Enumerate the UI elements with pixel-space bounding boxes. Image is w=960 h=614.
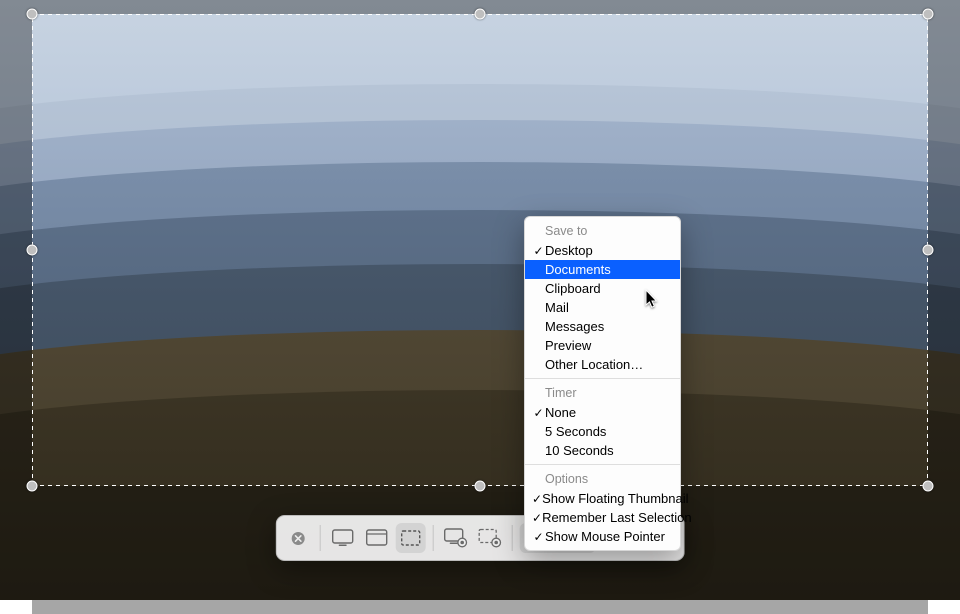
menu-item[interactable]: Messages <box>525 317 680 336</box>
menu-heading: Options <box>525 469 680 489</box>
selection-handle-bottom-middle[interactable] <box>475 481 486 492</box>
screen-icon <box>332 529 354 547</box>
menu-item-label: Other Location… <box>545 357 643 372</box>
menu-item-label: Remember Last Selection <box>542 510 692 525</box>
selection-handle-middle-left[interactable] <box>27 245 38 256</box>
menu-item-label: None <box>545 405 576 420</box>
close-button[interactable] <box>283 523 313 553</box>
menu-item-label: Messages <box>545 319 604 334</box>
capture-window-button[interactable] <box>362 523 392 553</box>
menu-item[interactable]: Clipboard <box>525 279 680 298</box>
menu-divider <box>525 464 680 465</box>
close-icon <box>290 531 305 546</box>
menu-item-label: Clipboard <box>545 281 601 296</box>
menu-item[interactable]: 10 Seconds <box>525 441 680 460</box>
options-menu: Save to✓DesktopDocumentsClipboardMailMes… <box>524 216 681 551</box>
check-icon: ✓ <box>532 245 545 257</box>
menu-item[interactable]: ✓Remember Last Selection <box>525 508 680 527</box>
menu-divider <box>525 378 680 379</box>
menu-item[interactable]: Documents <box>525 260 680 279</box>
menu-item[interactable]: ✓Show Mouse Pointer <box>525 527 680 546</box>
selection-icon <box>400 529 422 547</box>
capture-selection-button[interactable] <box>396 523 426 553</box>
capture-entire-screen-button[interactable] <box>328 523 358 553</box>
menu-item[interactable]: 5 Seconds <box>525 422 680 441</box>
window-icon <box>366 529 388 547</box>
record-screen-icon <box>444 528 468 548</box>
menu-item[interactable]: Other Location… <box>525 355 680 374</box>
record-selection-icon <box>478 528 502 548</box>
check-icon: ✓ <box>532 512 542 524</box>
menu-heading: Save to <box>525 221 680 241</box>
menu-item-label: Preview <box>545 338 591 353</box>
menu-item[interactable]: ✓None <box>525 403 680 422</box>
menu-item[interactable]: Mail <box>525 298 680 317</box>
menu-item[interactable]: ✓Show Floating Thumbnail <box>525 489 680 508</box>
check-icon: ✓ <box>532 531 545 543</box>
menu-item-label: Show Mouse Pointer <box>545 529 665 544</box>
menu-item[interactable]: ✓Desktop <box>525 241 680 260</box>
selection-handle-top-right[interactable] <box>923 9 934 20</box>
selection-handle-top-left[interactable] <box>27 9 38 20</box>
selection-handle-top-middle[interactable] <box>475 9 486 20</box>
menu-item-label: Desktop <box>545 243 593 258</box>
check-icon: ✓ <box>532 493 542 505</box>
capture-selection-area[interactable] <box>32 14 928 486</box>
selection-handle-middle-right[interactable] <box>923 245 934 256</box>
menu-item-label: 5 Seconds <box>545 424 606 439</box>
menu-item-label: Show Floating Thumbnail <box>542 491 688 506</box>
menu-item-label: Documents <box>545 262 611 277</box>
selection-handle-bottom-left[interactable] <box>27 481 38 492</box>
menu-item-label: 10 Seconds <box>545 443 614 458</box>
selection-border <box>32 14 928 486</box>
record-selection-button[interactable] <box>475 523 505 553</box>
menu-heading: Timer <box>525 383 680 403</box>
check-icon: ✓ <box>532 407 545 419</box>
selection-handle-bottom-right[interactable] <box>923 481 934 492</box>
record-entire-screen-button[interactable] <box>441 523 471 553</box>
menu-item-label: Mail <box>545 300 569 315</box>
menu-item[interactable]: Preview <box>525 336 680 355</box>
